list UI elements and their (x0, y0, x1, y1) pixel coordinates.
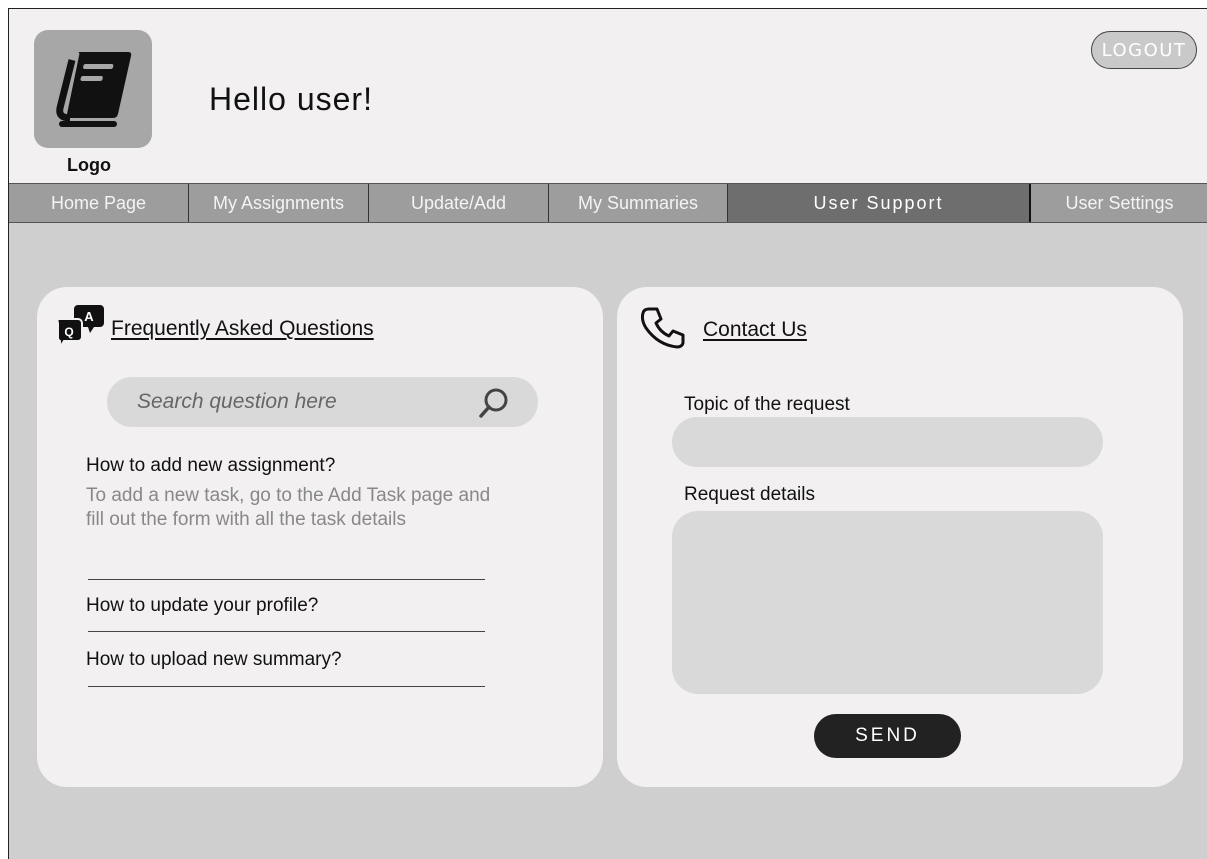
faq-answer-add-assignment: To add a new task, go to the Add Task pa… (86, 485, 491, 530)
faq-question-add-assignment[interactable]: How to add new assignment? (86, 455, 335, 477)
nav-update-add[interactable]: Update/Add (369, 184, 549, 222)
faq-divider (88, 686, 485, 687)
qa-icon-letter-a: A (84, 309, 94, 324)
faq-question-update-profile[interactable]: How to update your profile? (86, 595, 318, 617)
logo-label: Logo (67, 155, 111, 175)
details-textarea[interactable] (672, 511, 1103, 694)
book-icon (56, 52, 132, 127)
logout-button[interactable]: LOGOUT (1091, 31, 1197, 69)
main-nav: Home Page My Assignments Update/Add My S… (9, 183, 1207, 223)
faq-card: A Q Frequently Asked Questions Search qu… (37, 287, 603, 787)
qa-chat-icon: A Q (56, 305, 104, 351)
search-placeholder: Search question here (137, 390, 337, 413)
faq-search-input[interactable]: Search question here (107, 377, 538, 427)
topic-label: Topic of the request (684, 394, 850, 415)
faq-question-upload-summary[interactable]: How to upload new summary? (86, 649, 342, 671)
nav-home-page[interactable]: Home Page (9, 184, 189, 222)
faq-divider (88, 579, 485, 580)
topic-input[interactable] (672, 417, 1103, 467)
logo[interactable] (34, 30, 152, 148)
nav-my-assignments[interactable]: My Assignments (189, 184, 369, 222)
faq-title[interactable]: Frequently Asked Questions (111, 317, 374, 341)
search-icon[interactable] (477, 386, 511, 420)
contact-card: Contact Us Topic of the request Request … (617, 287, 1183, 787)
nav-user-settings[interactable]: User Settings (1031, 184, 1207, 222)
contact-title[interactable]: Contact Us (703, 318, 807, 342)
qa-icon-letter-q: Q (64, 325, 73, 339)
app-frame: Logo Hello user! LOGOUT Home Page My Ass… (8, 8, 1207, 859)
header: Logo Hello user! LOGOUT (9, 9, 1207, 183)
nav-my-summaries[interactable]: My Summaries (549, 184, 728, 222)
nav-user-support[interactable]: User Support (728, 184, 1031, 222)
send-button[interactable]: SEND (814, 714, 961, 758)
phone-icon (641, 307, 685, 349)
details-label: Request details (684, 484, 815, 505)
greeting-title: Hello user! (209, 81, 373, 117)
faq-divider (88, 631, 485, 632)
